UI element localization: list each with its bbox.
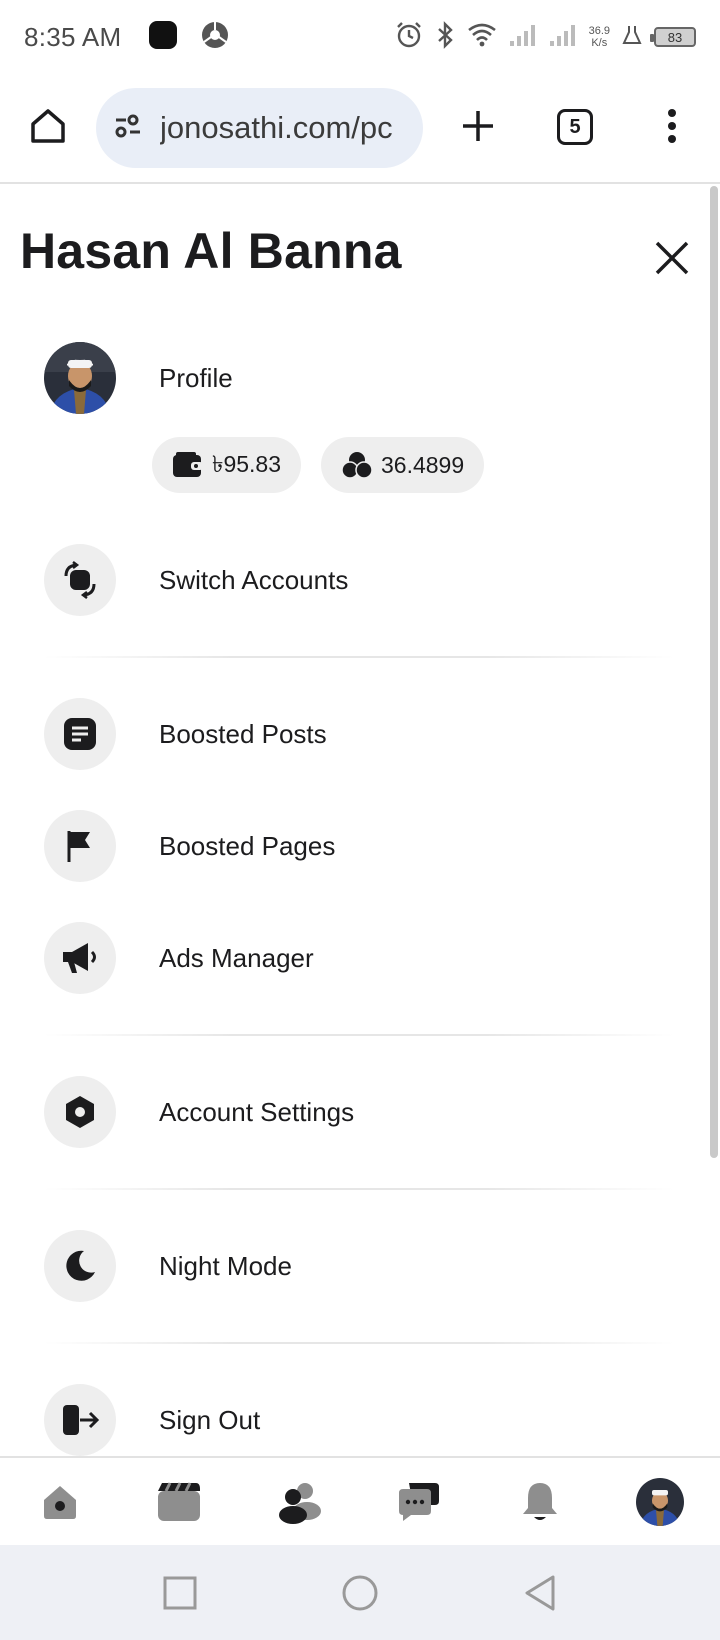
menu-item-ads-manager[interactable]: Ads Manager	[44, 922, 674, 994]
bottom-navigation	[0, 1456, 720, 1545]
divider	[44, 1342, 674, 1344]
close-drawer-button[interactable]	[652, 238, 692, 278]
nav-friends[interactable]	[276, 1478, 324, 1526]
address-bar[interactable]: jonosathi.com/pc	[96, 88, 423, 168]
signal-icon-2	[549, 23, 577, 52]
menu-item-switch-accounts[interactable]: Switch Accounts	[44, 544, 674, 616]
settings-hex-icon	[44, 1076, 116, 1148]
system-navigation-bar	[0, 1545, 720, 1640]
wallet-balance-chip[interactable]: ৳95.83	[152, 437, 302, 493]
points-balance-chip[interactable]: 36.4899	[321, 437, 485, 493]
sign-out-icon	[44, 1384, 116, 1456]
points-balance: 36.4899	[381, 451, 465, 478]
flag-icon	[44, 810, 116, 882]
messages-icon	[399, 1483, 439, 1521]
status-time: 8:35 AM	[24, 21, 122, 52]
battery-indicator: 83	[650, 27, 696, 47]
menu-label-account-settings: Account Settings	[159, 1096, 355, 1127]
nav-messages[interactable]	[394, 1478, 442, 1526]
switch-accounts-icon	[44, 544, 116, 616]
menu-label-sign-out: Sign Out	[159, 1404, 261, 1435]
more-vertical-icon	[668, 109, 676, 143]
tab-switcher-button[interactable]: 5	[557, 109, 593, 145]
recents-button[interactable]	[160, 1573, 200, 1613]
menu-item-boosted-posts[interactable]: Boosted Posts	[44, 698, 674, 770]
browser-menu-button[interactable]	[654, 104, 690, 148]
lab-flask-icon	[622, 24, 642, 51]
new-tab-button[interactable]	[456, 104, 500, 148]
menu-item-sign-out[interactable]: Sign Out	[44, 1384, 674, 1456]
bluetooth-icon	[435, 20, 455, 54]
document-icon	[44, 698, 116, 770]
wallet-balance: ৳95.83	[212, 450, 282, 477]
home-icon	[44, 1486, 76, 1519]
home-outline-icon	[31, 109, 65, 143]
plus-icon	[463, 111, 493, 141]
status-bar: 8:35 AM 36.9 K/s 83	[0, 0, 720, 74]
menu-label-ads-manager: Ads Manager	[159, 942, 314, 973]
wallet-icon	[173, 452, 203, 477]
menu-label-profile: Profile	[159, 362, 233, 393]
video-icon	[158, 1482, 200, 1521]
close-icon	[655, 241, 689, 275]
menu-label-switch-accounts: Switch Accounts	[159, 564, 349, 595]
menu-item-account-settings[interactable]: Account Settings	[44, 1076, 674, 1148]
coins-icon	[341, 452, 373, 479]
drawer-title: Hasan Al Banna	[20, 223, 402, 279]
notifications-icon	[523, 1483, 557, 1520]
nav-videos[interactable]	[155, 1478, 203, 1526]
friends-icon	[279, 1483, 321, 1524]
network-speed: 36.9 K/s	[588, 25, 610, 49]
wifi-icon	[467, 22, 497, 53]
chrome-icon	[200, 20, 230, 55]
home-system-button[interactable]	[340, 1573, 380, 1613]
menu-item-boosted-pages[interactable]: Boosted Pages	[44, 810, 674, 882]
url-text[interactable]: jonosathi.com/pc	[160, 110, 408, 146]
profile-avatar[interactable]	[636, 1478, 684, 1526]
menu-item-night-mode[interactable]: Night Mode	[44, 1230, 674, 1302]
site-settings-icon[interactable]	[114, 112, 146, 145]
page-scrollbar[interactable]	[710, 186, 718, 1158]
back-button[interactable]	[520, 1573, 560, 1613]
signal-icon-1	[509, 23, 537, 52]
menu-label-night-mode: Night Mode	[159, 1250, 292, 1281]
nav-notifications[interactable]	[516, 1478, 564, 1526]
app-notification-icon	[148, 20, 178, 55]
divider	[44, 1188, 674, 1190]
menu-label-boosted-posts: Boosted Posts	[159, 718, 327, 749]
megaphone-icon	[44, 922, 116, 994]
browser-toolbar: jonosathi.com/pc 5	[0, 74, 720, 184]
divider	[44, 1034, 674, 1036]
nav-home[interactable]	[36, 1478, 84, 1526]
circle-icon	[342, 1575, 378, 1611]
alarm-icon	[395, 21, 423, 54]
divider	[44, 656, 674, 658]
square-icon	[163, 1576, 197, 1610]
avatar[interactable]	[44, 342, 116, 414]
menu-label-boosted-pages: Boosted Pages	[159, 830, 336, 861]
back-triangle-icon	[525, 1575, 555, 1611]
browser-home-button[interactable]	[26, 104, 70, 148]
moon-icon	[44, 1230, 116, 1302]
menu-item-profile[interactable]: Profile	[44, 342, 674, 414]
